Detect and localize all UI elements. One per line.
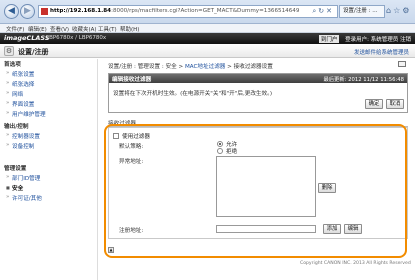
sidebar-item-network[interactable]: 网络	[6, 90, 23, 98]
menu-view[interactable]: 查看(V)	[50, 25, 69, 33]
brand-logo: imageCLASS	[4, 34, 50, 42]
browser-tab[interactable]: 设置/注册 : ...	[339, 5, 385, 18]
sidebar-item-security[interactable]: 安全	[6, 184, 23, 192]
menu-tools[interactable]: 工具(T)	[98, 25, 117, 33]
page-top-icon[interactable]: ▲	[108, 247, 114, 253]
sidebar-item-device-control[interactable]: 设备控制	[6, 142, 34, 150]
breadcrumb-mac-filter-link[interactable]: MAC地址过滤器	[185, 64, 225, 70]
delete-button[interactable]: 删除	[318, 183, 336, 193]
add-button[interactable]: 添加	[323, 224, 341, 234]
home-icon[interactable]: ⌂☆⚙	[386, 6, 411, 15]
portal-link[interactable]: 到门户	[318, 35, 340, 43]
reject-radio[interactable]	[217, 148, 223, 154]
settings-icon: ⚙	[4, 46, 14, 56]
panel-title: 编辑接收过滤器	[112, 77, 152, 83]
last-updated-text: 最后更新: 2012 11/12 11:56:48	[323, 77, 404, 83]
sidebar-item-user-maintenance[interactable]: 用户维护管理	[6, 110, 46, 118]
sidebar-item-interface[interactable]: 界面设置	[6, 100, 34, 108]
mail-admin-link[interactable]: 发送邮件给系统管理员	[354, 48, 409, 56]
sidebar-item-license[interactable]: 许可证/其他	[6, 194, 42, 202]
menu-help[interactable]: 帮助(H)	[120, 25, 139, 33]
breadcrumb-current: > 接收过滤器设置	[225, 64, 273, 70]
restart-notice: 设置将在下次开机时生效。(在电源开关"关"和"开"后,更改生效。)	[113, 91, 273, 97]
breadcrumb-prefix: 设置/注册 : 管理设置 : 安全 >	[108, 64, 185, 70]
sidebar-item-paper-selection[interactable]: 纸张选择	[6, 80, 34, 88]
copyright-text: Copyright CANON INC. 2013 All Rights Res…	[300, 261, 411, 266]
address-bar[interactable]: http://192.168.1.84:8000/rps/macfilters.…	[38, 5, 338, 18]
back-arrow-icon[interactable]: ◀	[4, 4, 19, 19]
edit-filter-panel: 编辑接收过滤器 最后更新: 2012 11/12 11:56:48 设置将在下次…	[108, 73, 408, 113]
sidebar-item-paper-settings[interactable]: 纸张设置	[6, 70, 34, 78]
url-text: http://192.168.1.84:8000/rps/macfilters.…	[50, 8, 300, 14]
sidebar-item-department-id[interactable]: 部门ID管理	[6, 174, 40, 182]
register-address-label: 注册地址:	[119, 228, 144, 234]
use-filter-label: 使用过滤器	[122, 134, 150, 140]
sidebar-heading-preferences: 首选项	[4, 62, 21, 68]
menu-file[interactable]: 文件(F)	[6, 25, 24, 33]
cancel-button[interactable]: 取消	[386, 99, 404, 109]
login-status[interactable]: 登录用户: 系统管理员 注销	[345, 37, 411, 43]
ok-button[interactable]: 确定	[365, 99, 383, 109]
register-address-input[interactable]	[216, 225, 316, 233]
exception-address-label: 异常地址:	[119, 159, 144, 165]
use-filter-row: 使用过滤器	[113, 132, 150, 140]
app-header: imageCLASS LBP6780x / LBP6780x 到门户 登录用户:…	[0, 33, 415, 44]
page-header: ⚙ 设置/注册 发送邮件给系统管理员	[0, 44, 415, 58]
browser-menubar: 文件(F) 编辑(E) 查看(V) 收藏夹(A) 工具(T) 帮助(H)	[0, 24, 415, 33]
radio-reject-row: 拒绝	[217, 147, 237, 155]
exception-address-list[interactable]	[216, 156, 316, 217]
menu-favorites[interactable]: 收藏夹(A)	[72, 25, 97, 33]
reject-radio-label: 拒绝	[226, 149, 238, 155]
page-favicon-icon	[41, 8, 48, 15]
panel-header: 编辑接收过滤器 最后更新: 2012 11/12 11:56:48	[109, 74, 407, 83]
breadcrumb: 设置/注册 : 管理设置 : 安全 > MAC地址过滤器 > 接收过滤器设置	[108, 62, 273, 70]
mail-icon[interactable]	[398, 61, 406, 67]
sidebar-heading-output: 输出/控制	[4, 124, 29, 130]
sidebar-heading-management: 管理设置	[4, 166, 27, 172]
receive-filter-panel: 使用过滤器 默认策略: 允许 拒绝 异常地址: 删除 注册地址: 添加 编辑	[108, 127, 408, 239]
forward-arrow-icon[interactable]: ▶	[20, 4, 35, 19]
page-title: 设置/注册	[18, 48, 49, 56]
default-policy-label: 默认策略:	[119, 144, 144, 150]
sidebar-item-controller[interactable]: 控制器设置	[6, 132, 40, 140]
edit-button[interactable]: 编辑	[344, 224, 362, 234]
menu-edit[interactable]: 编辑(E)	[28, 25, 47, 33]
use-filter-checkbox[interactable]	[113, 133, 119, 139]
refresh-icon[interactable]: ⌕↻✕	[312, 7, 334, 16]
device-name: LBP6780x / LBP6780x	[46, 35, 107, 41]
sidebar: 首选项 纸张设置 纸张选择 网络 界面设置 用户维护管理 输出/控制 控制器设置…	[0, 59, 98, 280]
